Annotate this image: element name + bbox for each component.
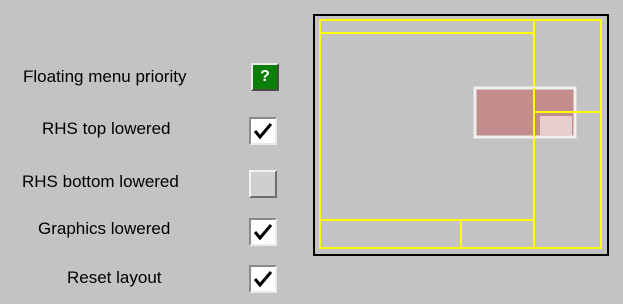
preview-floating-menu-inset: [540, 116, 572, 136]
rhs-bottom-lowered-label: RHS bottom lowered: [22, 172, 179, 191]
layout-preview: [313, 14, 609, 256]
floating-menu-priority-help-button[interactable]: ?: [251, 63, 279, 91]
graphics-lowered-checkbox[interactable]: [249, 218, 277, 246]
floating-menu-priority-label: Floating menu priority: [23, 67, 187, 86]
help-icon: ?: [260, 68, 270, 85]
rhs-top-lowered-checkbox[interactable]: [249, 117, 277, 145]
rhs-top-lowered-label: RHS top lowered: [42, 119, 171, 138]
layout-preview-diagram: [319, 19, 602, 249]
rhs-bottom-lowered-checkbox[interactable]: [249, 170, 277, 198]
graphics-lowered-label: Graphics lowered: [38, 219, 171, 238]
checkmark-icon: [253, 224, 273, 241]
checkmark-icon: [253, 271, 273, 288]
reset-layout-label: Reset layout: [67, 268, 162, 287]
reset-layout-checkbox[interactable]: [249, 265, 277, 293]
checkmark-icon: [253, 123, 273, 140]
